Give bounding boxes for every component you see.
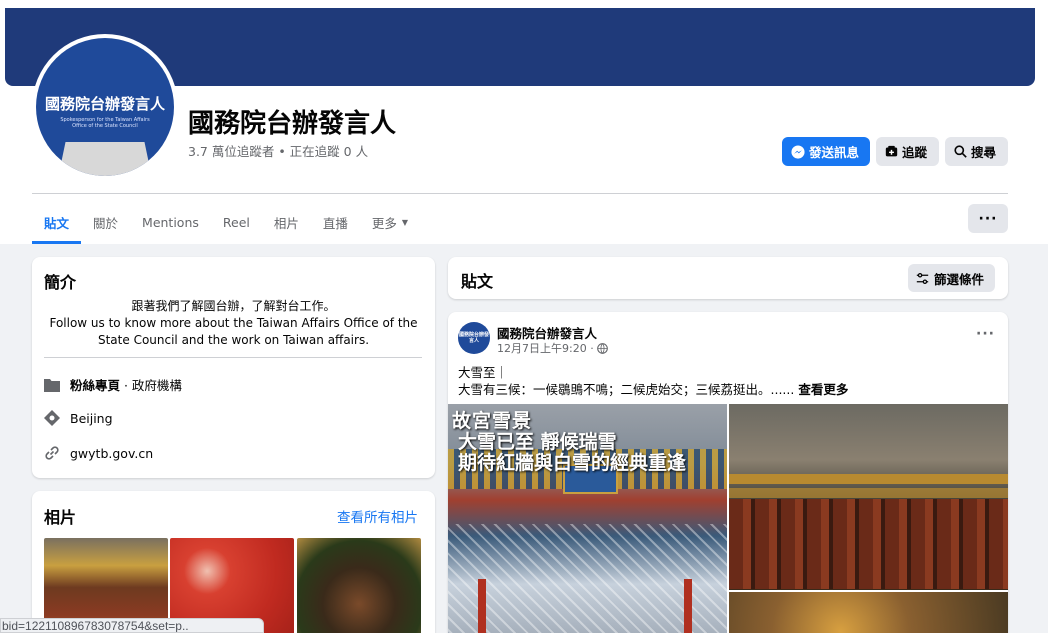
follow-label: 追蹤 — [902, 145, 928, 160]
info-icon — [44, 377, 60, 393]
photo-thumbnail[interactable] — [297, 538, 421, 633]
follow-icon — [885, 145, 898, 157]
location-pin-icon — [44, 410, 60, 426]
see-all-photos-link[interactable]: 查看所有相片 — [337, 506, 418, 526]
follower-stats[interactable]: 3.7 萬位追蹤者 • 正在追蹤 0 人 — [188, 141, 368, 160]
tab-about[interactable]: 關於 — [81, 200, 130, 244]
tab-live[interactable]: 直播 — [311, 200, 360, 244]
drying-rod — [729, 488, 1008, 498]
link-icon — [44, 445, 60, 461]
location-row: Beijing — [44, 410, 113, 426]
post-meta: 12月7日上午9:20 · — [497, 340, 608, 356]
tab-photos[interactable]: 相片 — [262, 200, 311, 244]
tab-label: 貼文 — [44, 215, 70, 231]
posts-header-card: 貼文 篩選條件 — [448, 257, 1008, 299]
location-text[interactable]: Beijing — [70, 411, 113, 426]
website-link[interactable]: gwytb.gov.cn — [70, 446, 153, 461]
avatar-title: 國務院台辦發言人 — [44, 95, 165, 113]
status-bar-url: bid=122110896783078754&set=p.. — [0, 618, 264, 633]
post-timestamp[interactable]: 12月7日上午9:20 · — [497, 340, 594, 356]
post-text-line2: 大雪有三候：一候鶡鴠不鳴；二候虎始交；三候荔挺出。...... 查看更多 — [458, 379, 848, 398]
category-row: 粉絲專頁 · 政府機構 — [44, 375, 182, 394]
globe-icon — [596, 342, 608, 354]
post-options-icon[interactable]: ··· — [976, 326, 995, 342]
follow-button[interactable]: 追蹤 — [876, 137, 939, 166]
posts-title: 貼文 — [461, 272, 494, 291]
photos-card: 相片 查看所有相片 — [32, 491, 435, 633]
tab-mentions[interactable]: Mentions — [130, 200, 211, 244]
drying-rod — [729, 474, 1008, 484]
post-image-food[interactable] — [729, 592, 1008, 633]
post-avatar-text: 國務院台辦發言人 — [458, 332, 489, 344]
photos-title: 相片 — [44, 508, 77, 527]
image-caption-line3: 期待紅牆與白雪的經典重逢 — [458, 452, 687, 474]
intro-title: 簡介 — [44, 273, 77, 292]
messenger-icon — [791, 144, 805, 159]
post-card: 國務院台辦發言人 國務院台辦發言人 12月7日上午9:20 · ··· 大雪至｜… — [448, 312, 1008, 633]
website-row: gwytb.gov.cn — [44, 445, 153, 461]
filter-label: 篩選條件 — [934, 271, 985, 287]
search-icon — [954, 145, 967, 158]
intro-description: 跟著我們了解國台辦，了解對台工作。 Follow us to know more… — [46, 298, 421, 349]
send-message-label: 發送訊息 — [809, 145, 860, 160]
header-divider — [32, 193, 1008, 194]
avatar-image: 國務院台辦發言人 Spokesperson for the Taiwan Aff… — [36, 38, 174, 176]
search-label: 搜尋 — [971, 145, 997, 160]
more-options-button[interactable]: ··· — [968, 204, 1008, 233]
tab-label: Reel — [222, 214, 250, 230]
tab-label: 更多 — [371, 215, 397, 231]
post-text-body: 大雪有三候：一候鶡鴠不鳴；二候虎始交；三候荔挺出。...... — [458, 382, 795, 397]
category-rest: · 政府機構 — [120, 378, 182, 393]
intro-desc-line2: Follow us to know more about the Taiwan … — [49, 316, 418, 347]
cured-meat-graphic — [729, 499, 1008, 589]
filter-icon — [916, 272, 929, 284]
tab-posts[interactable]: 貼文 — [32, 200, 82, 244]
category-strong: 粉絲專頁 — [70, 378, 121, 393]
intro-card: 簡介 跟著我們了解國台辦，了解對台工作。 Follow us to know m… — [32, 257, 435, 478]
filter-button[interactable]: 篩選條件 — [908, 264, 995, 292]
post-image-snow-palace[interactable]: 故宮雪景 大雪已至 靜候瑞雪 期待紅牆與白雪的經典重逢 — [448, 404, 727, 633]
category-text: 粉絲專頁 · 政府機構 — [70, 375, 182, 394]
red-pillar — [478, 579, 486, 633]
profile-tabs: 貼文 關於 Mentions Reel 相片 直播 更多 ▼ — [32, 200, 420, 244]
red-pillar — [684, 579, 692, 633]
tab-label: 直播 — [322, 215, 348, 231]
page-title: 國務院台辦發言人 — [188, 109, 397, 139]
caret-down-icon: ▼ — [401, 217, 409, 227]
see-more-link[interactable]: 查看更多 — [798, 382, 848, 397]
post-image-cured-meat[interactable] — [729, 404, 1008, 590]
podium-graphic — [58, 142, 152, 176]
tab-label: 關於 — [93, 215, 119, 231]
tab-label: Mentions — [142, 214, 199, 230]
tab-label: 相片 — [273, 215, 299, 231]
avatar-subtitle: Spokesperson for the Taiwan Affairs Offi… — [60, 117, 150, 129]
intro-desc-line1: 跟著我們了解國台辦，了解對台工作。 — [131, 299, 336, 313]
post-author-avatar[interactable]: 國務院台辦發言人 — [458, 322, 490, 354]
send-message-button[interactable]: 發送訊息 — [782, 137, 870, 166]
tab-reel[interactable]: Reel — [211, 200, 262, 244]
search-button[interactable]: 搜尋 — [945, 137, 1008, 166]
profile-avatar[interactable]: 國務院台辦發言人 Spokesperson for the Taiwan Aff… — [32, 34, 178, 180]
intro-divider — [44, 357, 422, 358]
tab-more[interactable]: 更多 ▼ — [360, 200, 420, 244]
